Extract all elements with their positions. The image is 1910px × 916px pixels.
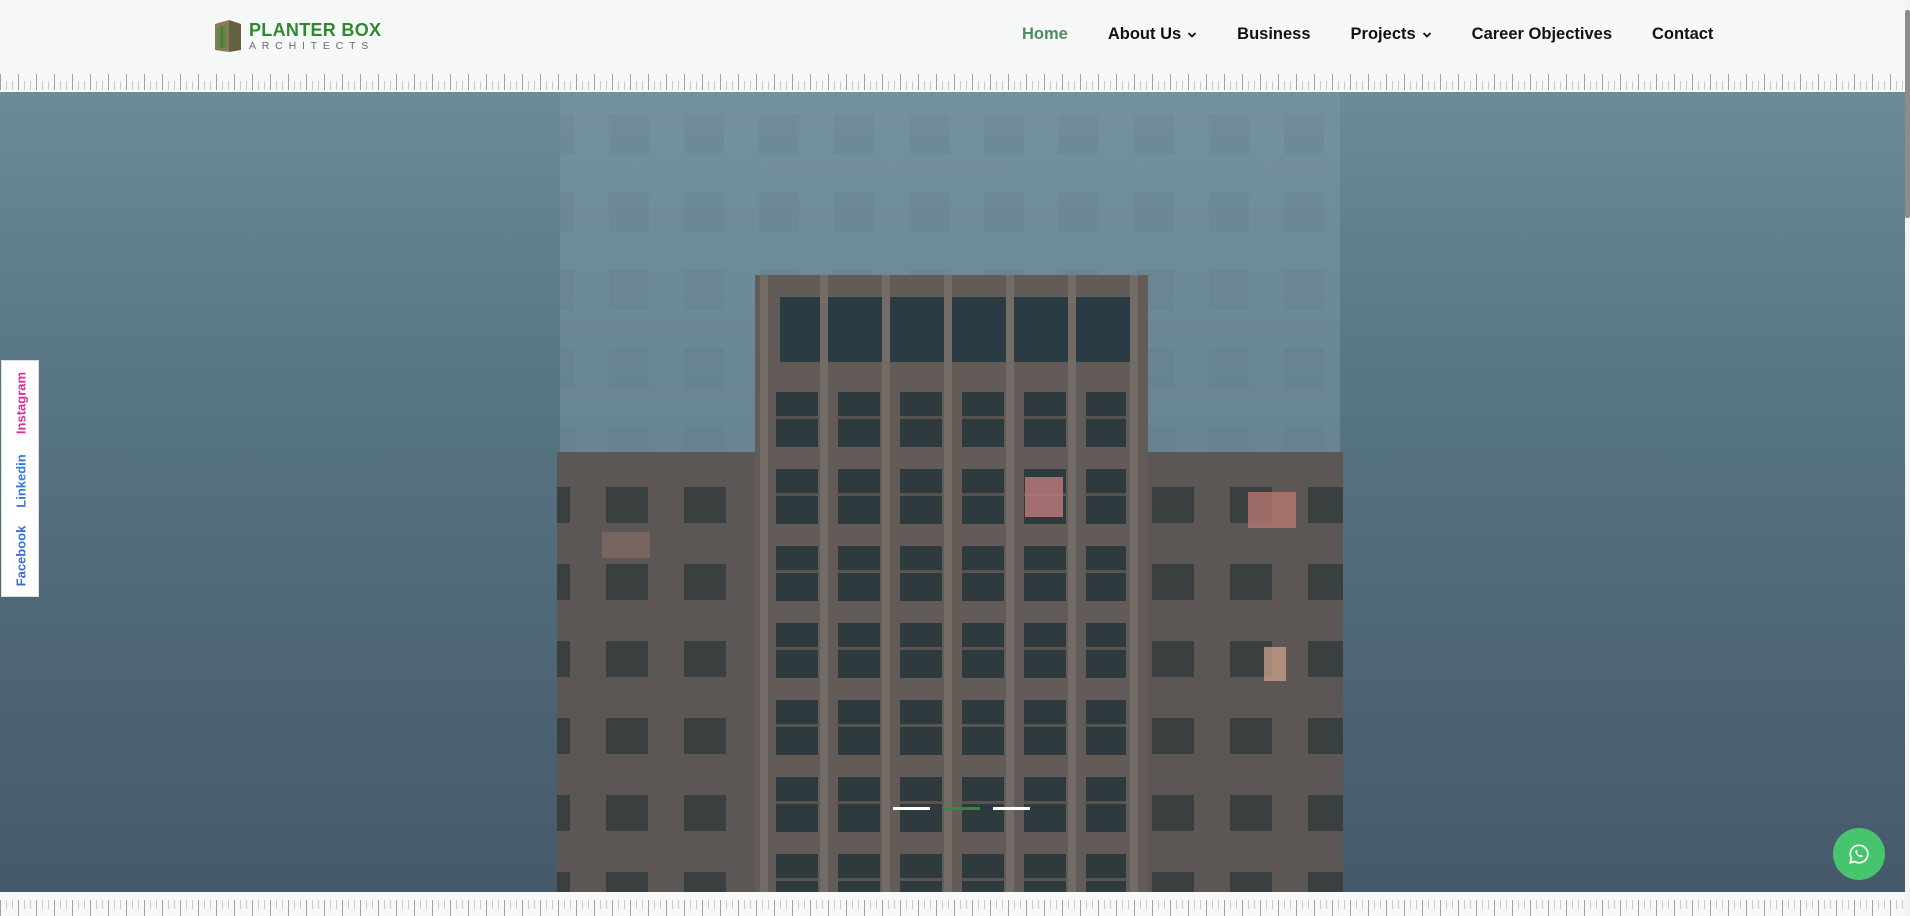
chevron-down-icon [1188,31,1197,38]
nav-contact-label: Contact [1652,25,1714,43]
social-sidebar: Instagram Linkedin Facebook [1,360,39,597]
nav-projects-label: Projects [1350,25,1416,43]
slider-dots [893,807,1030,810]
nav-contact[interactable]: Contact [1652,25,1713,44]
slider-dot-3[interactable] [993,807,1030,810]
ruler-divider-top [0,74,1910,90]
hero-building-image [557,92,1343,892]
main-nav: Home About Us Business Projects Career O… [1022,25,1713,44]
nav-business-label: Business [1237,25,1311,43]
page-scrollbar[interactable] [1905,0,1910,916]
nav-career-objectives-label: Career Objectives [1471,25,1613,43]
scrollbar-thumb[interactable] [1905,10,1910,218]
ruler-divider-bottom [0,900,1910,916]
nav-career-objectives[interactable]: Career Objectives [1472,25,1612,44]
nav-home[interactable]: Home [1022,25,1068,44]
nav-business[interactable]: Business [1237,25,1310,44]
hero-slider[interactable] [0,92,1905,892]
site-header: PLANTER BOX ARCHITECTS Home About Us Bus… [0,0,1910,75]
site-logo[interactable]: PLANTER BOX ARCHITECTS [213,18,381,54]
facebook-link[interactable]: Facebook [14,526,29,587]
instagram-link[interactable]: Instagram [14,372,29,434]
nav-about-us-label: About Us [1107,25,1182,43]
logo-title: PLANTER BOX [249,19,382,40]
nav-projects[interactable]: Projects [1351,25,1432,44]
slider-dot-1[interactable] [893,807,930,810]
whatsapp-button[interactable] [1833,828,1885,880]
whatsapp-icon [1849,844,1869,864]
linkedin-link[interactable]: Linkedin [14,454,29,507]
logo-subtitle: ARCHITECTS [249,39,375,52]
chevron-down-icon [1422,31,1431,38]
logo-building-icon [215,20,241,52]
nav-home-label: Home [1022,25,1068,43]
slider-dot-2[interactable] [943,807,980,810]
nav-about-us[interactable]: About Us [1108,25,1197,44]
